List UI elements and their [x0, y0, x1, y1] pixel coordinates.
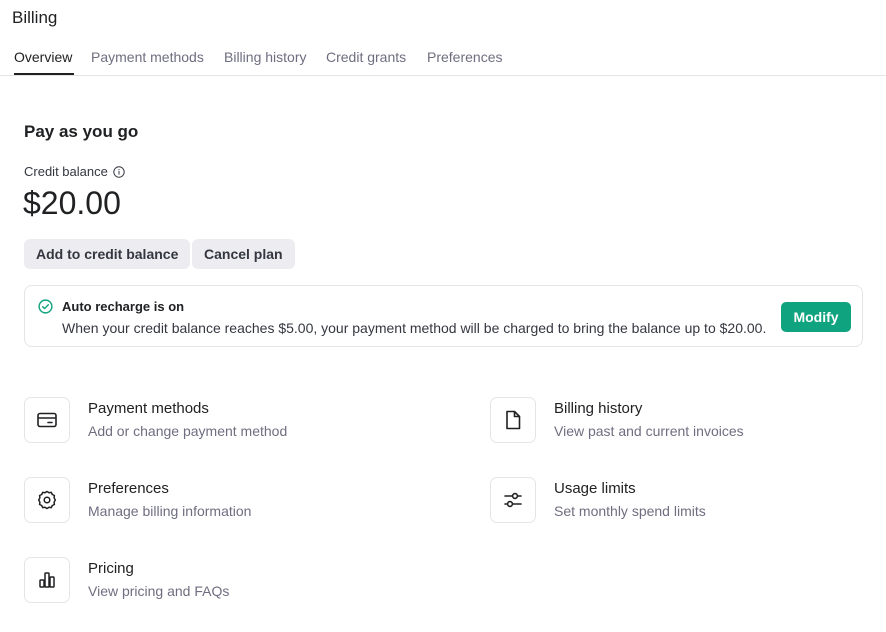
tab-credit-grants[interactable]: Credit grants	[326, 48, 406, 66]
link-billing-history[interactable]: Billing history View past and current in…	[490, 397, 820, 447]
tab-overview[interactable]: Overview	[14, 48, 72, 66]
cancel-plan-button[interactable]: Cancel plan	[192, 239, 295, 269]
tab-preferences[interactable]: Preferences	[427, 48, 502, 66]
link-subtitle: View pricing and FAQs	[88, 583, 230, 599]
link-icon-box	[24, 477, 70, 523]
link-title: Billing history	[554, 400, 643, 417]
link-subtitle: Set monthly spend limits	[554, 503, 706, 519]
modify-button[interactable]: Modify	[781, 302, 851, 332]
info-icon[interactable]	[113, 165, 125, 178]
sliders-icon	[504, 492, 522, 508]
tab-bar: Overview Payment methods Billing history…	[0, 44, 886, 76]
credit-balance-label-text: Credit balance	[24, 164, 108, 179]
document-icon	[506, 410, 521, 430]
link-title: Preferences	[88, 480, 169, 497]
credit-balance-value: $20.00	[23, 185, 121, 221]
link-title: Usage limits	[554, 480, 636, 497]
link-icon-box	[24, 557, 70, 603]
plan-title: Pay as you go	[24, 122, 139, 141]
add-to-credit-balance-button[interactable]: Add to credit balance	[24, 239, 191, 269]
auto-recharge-notice: Auto recharge is on When your credit bal…	[24, 285, 863, 347]
credit-balance-label: Credit balance	[24, 163, 125, 180]
link-title: Pricing	[88, 560, 134, 577]
link-subtitle: View past and current invoices	[554, 423, 744, 439]
link-usage-limits[interactable]: Usage limits Set monthly spend limits	[490, 477, 820, 527]
link-icon-box	[490, 397, 536, 443]
auto-recharge-title: Auto recharge is on	[62, 299, 185, 314]
link-subtitle: Manage billing information	[88, 503, 252, 519]
tab-payment-methods[interactable]: Payment methods	[91, 48, 204, 66]
credit-card-icon	[37, 412, 57, 428]
tab-billing-history[interactable]: Billing history	[224, 48, 306, 66]
bar-chart-icon	[39, 572, 55, 588]
link-preferences[interactable]: Preferences Manage billing information	[24, 477, 354, 527]
gear-icon	[37, 490, 57, 510]
link-pricing[interactable]: Pricing View pricing and FAQs	[24, 557, 354, 607]
billing-page: Billing Overview Payment methods Billing…	[0, 0, 886, 632]
page-title: Billing	[12, 8, 58, 27]
link-icon-box	[24, 397, 70, 443]
link-title: Payment methods	[88, 400, 209, 417]
active-tab-indicator	[14, 73, 74, 75]
auto-recharge-description: When your credit balance reaches $5.00, …	[62, 320, 767, 336]
link-subtitle: Add or change payment method	[88, 423, 288, 439]
link-payment-methods[interactable]: Payment methods Add or change payment me…	[24, 397, 354, 447]
check-circle-icon	[38, 299, 53, 314]
link-icon-box	[490, 477, 536, 523]
